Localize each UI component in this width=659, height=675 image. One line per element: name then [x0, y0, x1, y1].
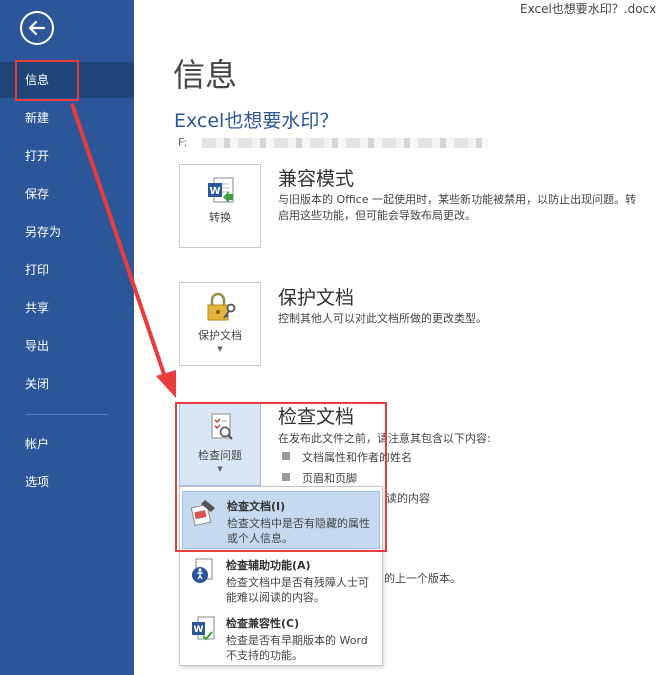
annotation-arrow	[70, 103, 176, 398]
